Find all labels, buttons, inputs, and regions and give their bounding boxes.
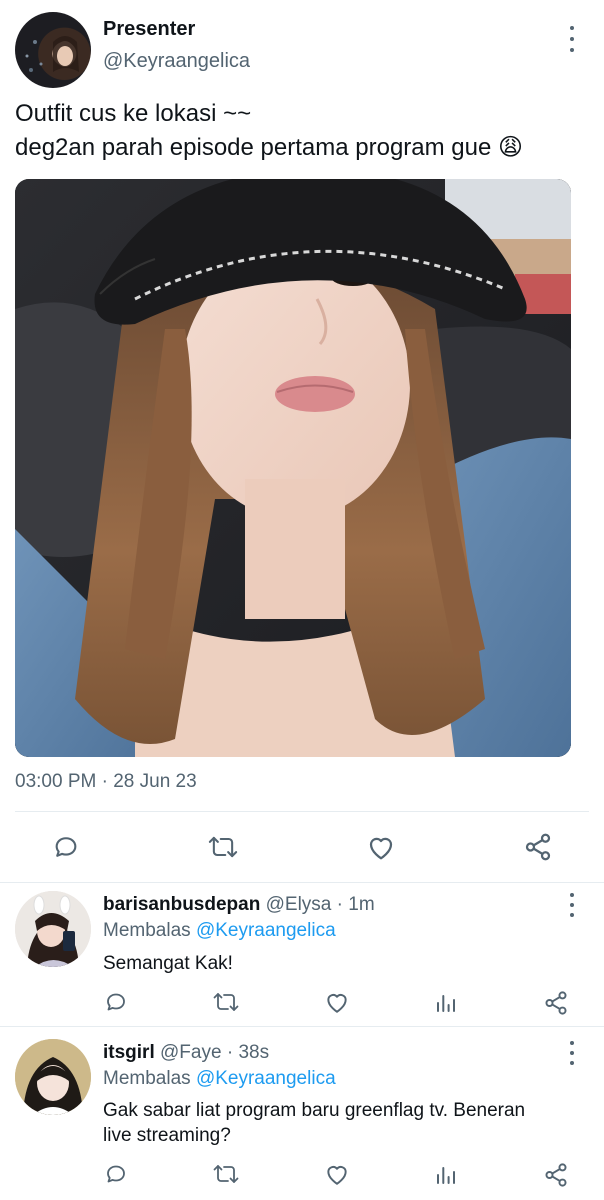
tweet-text-line-2: deg2an parah episode pertama program gue <box>15 134 492 161</box>
reply-handle[interactable]: @Elysa <box>266 894 332 915</box>
tweet-timestamp[interactable]: 03:00 PM · 28 Jun 23 <box>15 771 197 793</box>
tweet-text-line-1: Outfit cus ke lokasi ~~ <box>15 100 252 127</box>
like-icon[interactable] <box>324 990 350 1014</box>
retweet-icon[interactable] <box>212 990 240 1014</box>
author-avatar[interactable] <box>15 12 91 88</box>
like-icon[interactable] <box>366 833 396 861</box>
retweet-icon[interactable] <box>207 833 239 861</box>
reply-age[interactable]: 1m <box>348 894 374 915</box>
meta-separator: · <box>226 1042 234 1063</box>
author-display-name[interactable]: Presenter <box>103 18 195 41</box>
replying-to-link[interactable]: @Keyraangelica <box>196 920 336 941</box>
reply-display-name[interactable]: barisanbusdepan <box>103 894 260 915</box>
reply-header: itsgirl @Faye · 38s <box>103 1042 269 1064</box>
more-options-icon[interactable] <box>562 1041 582 1065</box>
meta-separator: · <box>336 894 343 915</box>
reply-icon[interactable] <box>52 833 80 861</box>
replying-prefix: Membalas <box>103 1068 191 1089</box>
replying-to-link[interactable]: @Keyraangelica <box>196 1068 336 1089</box>
reply-text: Semangat Kak! <box>103 953 233 974</box>
reply-avatar[interactable] <box>15 891 91 967</box>
share-icon[interactable] <box>523 832 553 862</box>
replying-prefix: Membalas <box>103 920 191 941</box>
reply-icon[interactable] <box>104 990 128 1014</box>
divider <box>0 1026 604 1027</box>
like-icon[interactable] <box>324 1162 350 1186</box>
reply-header: barisanbusdepan @Elysa · 1m <box>103 894 375 916</box>
reply-text-line-1: Gak sabar liat program baru greenflag tv… <box>103 1100 526 1121</box>
reply-avatar[interactable] <box>15 1039 91 1115</box>
replying-to: Membalas @Keyraangelica <box>103 1068 336 1090</box>
reply-display-name[interactable]: itsgirl <box>103 1042 155 1063</box>
retweet-icon[interactable] <box>212 1162 240 1186</box>
tweet-date: 28 Jun 23 <box>113 771 197 792</box>
reply-handle[interactable]: @Faye <box>160 1042 222 1063</box>
divider <box>0 882 604 883</box>
share-icon[interactable] <box>543 990 569 1016</box>
analytics-icon[interactable] <box>434 991 458 1015</box>
tweet-photo[interactable] <box>15 179 571 757</box>
reply-text-line-2: live streaming? <box>103 1125 231 1146</box>
author-handle[interactable]: @Keyraangelica <box>103 50 250 73</box>
tweet-text-line-2-wrap: deg2an parah episode pertama program gue… <box>15 133 523 162</box>
date-separator: · <box>101 771 108 792</box>
weary-face-emoji: 😩 <box>498 134 524 161</box>
more-options-icon[interactable] <box>562 893 582 917</box>
divider <box>15 811 589 812</box>
more-options-icon[interactable] <box>562 26 582 52</box>
share-icon[interactable] <box>543 1162 569 1188</box>
reply-age[interactable]: 38s <box>238 1042 269 1063</box>
analytics-icon[interactable] <box>434 1163 458 1187</box>
reply-icon[interactable] <box>104 1162 128 1186</box>
tweet-time: 03:00 PM <box>15 771 97 792</box>
replying-to: Membalas @Keyraangelica <box>103 920 336 942</box>
